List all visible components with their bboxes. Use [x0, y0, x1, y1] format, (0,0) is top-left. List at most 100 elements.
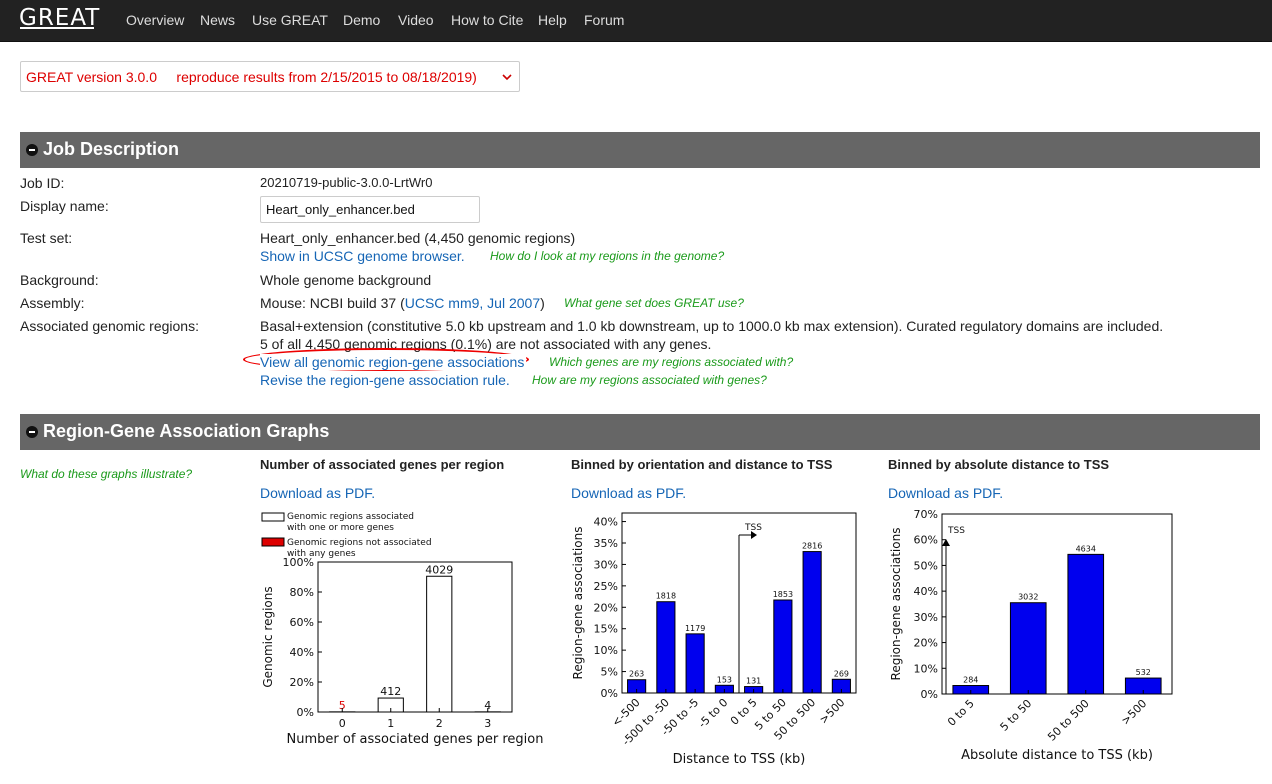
chart-orientation-distance: 0%5%10%15%20%25%30%35%40%263<-5001818-50… [571, 512, 857, 767]
assembly-value: Mouse: NCBI build 37 (UCSC mm9, Jul 2007… [260, 295, 545, 311]
y-tick-label: 30% [594, 558, 618, 571]
test-set-label: Test set: [20, 230, 73, 246]
legend-label-not-associated: Genomic regions not associated [287, 538, 432, 548]
revise-rule-link[interactable]: Revise the region-gene association rule. [260, 372, 510, 388]
data-label: 532 [1136, 668, 1151, 677]
data-label: 284 [963, 676, 978, 685]
nav-forum[interactable]: Forum [584, 12, 624, 28]
x-tick-label: 2 [436, 717, 443, 730]
graph2-title: Binned by orientation and distance to TS… [571, 457, 833, 472]
y-tick-label: 40% [594, 516, 618, 529]
background-value: Whole genome background [260, 272, 432, 288]
job-description-header[interactable]: Job Description [20, 132, 1260, 168]
x-tick-label: 0 [339, 717, 346, 730]
y-axis-label: Region-gene associations [889, 528, 903, 681]
collapse-icon[interactable] [26, 144, 38, 156]
y-tick-label: 0% [921, 688, 938, 701]
legend-label-associated-2: with one or more genes [287, 523, 394, 533]
bar [426, 575, 453, 713]
graphs-help-link[interactable]: What do these graphs illustrate? [20, 467, 192, 481]
x-axis-label: Distance to TSS (kb) [673, 752, 806, 767]
nav-news[interactable]: News [200, 12, 235, 28]
data-label: 412 [380, 685, 401, 698]
revise-rule-help[interactable]: How are my regions associated with genes… [532, 373, 767, 387]
test-set-value: Heart_only_enhancer.bed (4,450 genomic r… [260, 230, 576, 246]
nav-demo[interactable]: Demo [343, 12, 380, 28]
data-label: 4634 [1076, 544, 1096, 553]
x-tick-label: 5 to 50 [998, 697, 1035, 734]
data-label: 1818 [656, 592, 676, 601]
view-associations-link[interactable]: View all genomic region-gene association… [260, 354, 527, 370]
assembly-prefix: Mouse: NCBI build 37 ( [260, 295, 405, 311]
job-id-label: Job ID: [20, 175, 65, 191]
data-label: 1853 [773, 590, 793, 599]
nav-how-to-cite[interactable]: How to Cite [451, 12, 523, 28]
y-axis-label: Genomic regions [261, 586, 275, 687]
legend-label-associated: Genomic regions associated [287, 512, 414, 522]
nav-use-great[interactable]: Use GREAT [252, 12, 328, 28]
collapse-icon[interactable] [26, 426, 38, 438]
brand-underline [20, 27, 94, 29]
y-tick-label: 0% [601, 687, 618, 700]
x-tick-label: 3 [484, 717, 491, 730]
assembly-ucsc-link[interactable]: UCSC mm9, Jul 2007 [405, 295, 540, 311]
data-label: 131 [746, 677, 761, 686]
y-tick-label: 20% [914, 637, 938, 650]
y-tick-label: 5% [601, 666, 618, 679]
display-name-input[interactable] [260, 196, 480, 223]
data-label: 4029 [425, 563, 453, 576]
x-tick-label: 50 to 500 [1045, 697, 1092, 744]
tss-label: TSS [744, 523, 762, 533]
association-graphs-header[interactable]: Region-Gene Association Graphs [20, 414, 1260, 450]
y-tick-label: 80% [290, 586, 314, 599]
data-label: 263 [629, 670, 644, 679]
y-tick-label: 50% [914, 559, 938, 572]
x-tick-label: >500 [817, 696, 848, 727]
y-axis-label: Region-gene associations [571, 527, 585, 680]
graph3-download-link[interactable]: Download as PDF. [888, 485, 1003, 501]
x-axis-label: Number of associated genes per region [287, 732, 544, 747]
data-label: 153 [717, 675, 732, 684]
graph3-title: Binned by absolute distance to TSS [888, 457, 1110, 472]
x-tick-label: 1 [387, 717, 394, 730]
y-tick-label: 30% [914, 611, 938, 624]
bar [1009, 602, 1047, 695]
y-tick-label: 60% [914, 534, 938, 547]
y-tick-label: 70% [914, 508, 938, 521]
data-label: 269 [834, 669, 849, 678]
y-tick-label: 25% [594, 580, 618, 593]
ucsc-help-link[interactable]: How do I look at my regions in the genom… [490, 249, 724, 263]
legend-swatch-associated [261, 512, 285, 522]
version-selected-text: GREAT version 3.0.0 reproduce results fr… [26, 69, 477, 85]
y-tick-label: 60% [290, 616, 314, 629]
assembly-suffix: ) [540, 295, 545, 311]
x-tick-label: >500 [1119, 697, 1150, 728]
data-label: 2816 [802, 542, 822, 551]
version-select[interactable]: GREAT version 3.0.0 reproduce results fr… [20, 61, 520, 92]
bar [1067, 553, 1105, 695]
assoc-regions-label: Associated genomic regions: [20, 318, 199, 334]
y-tick-label: 100% [283, 556, 314, 569]
assoc-rule-text: Basal+extension (constitutive 5.0 kb ups… [260, 318, 1164, 334]
graph1-title: Number of associated genes per region [260, 457, 505, 472]
graph2-download-link[interactable]: Download as PDF. [571, 485, 686, 501]
bar [773, 599, 793, 694]
section-title: Job Description [43, 139, 180, 159]
section-title: Region-Gene Association Graphs [43, 421, 330, 441]
x-tick-label: 0 to 5 [945, 697, 977, 729]
plot-frame [941, 513, 1173, 695]
graph1-download-link[interactable]: Download as PDF. [260, 485, 375, 501]
chart-absolute-distance: 0% 10% 20% 30% 40% 50% 60% 70% 284 0 to 5 3032 5 to… [889, 508, 1173, 763]
nav-help[interactable]: Help [538, 12, 567, 28]
ucsc-browser-link[interactable]: Show in UCSC genome browser. [260, 248, 465, 264]
plot-frame [317, 561, 513, 713]
nav-video[interactable]: Video [398, 12, 434, 28]
y-tick-label: 10% [594, 644, 618, 657]
gene-set-help-link[interactable]: What gene set does GREAT use? [564, 296, 744, 310]
legend-swatch-not-associated [261, 537, 285, 547]
nav-overview[interactable]: Overview [126, 12, 184, 28]
y-tick-label: 15% [594, 623, 618, 636]
assembly-label: Assembly: [20, 295, 85, 311]
view-associations-help[interactable]: Which genes are my regions associated wi… [549, 355, 793, 369]
x-axis-label: Absolute distance to TSS (kb) [961, 748, 1153, 763]
